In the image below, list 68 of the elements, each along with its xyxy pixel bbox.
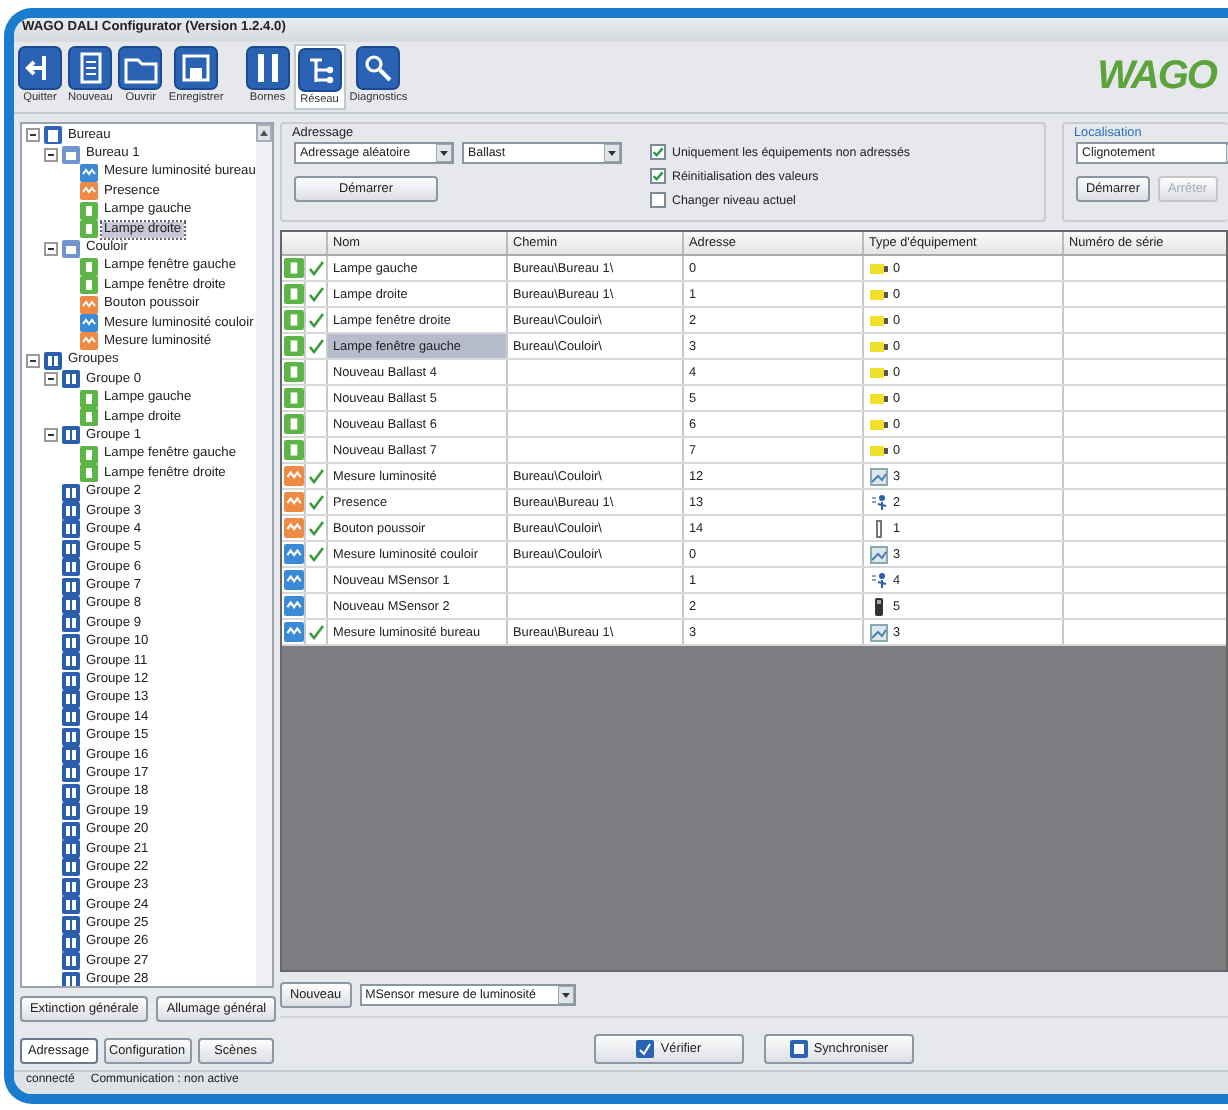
ballast-icon [869,441,887,459]
group-icon [62,652,80,671]
ballast-icon [869,259,887,277]
sensor-icon [80,163,98,182]
collapse-icon[interactable] [44,147,58,162]
dropdown-arrow-icon [557,986,574,1004]
ballast-icon [869,311,887,329]
light-sensor-icon [869,467,887,485]
group-icon [62,915,80,934]
group-icon [62,708,80,727]
document-icon [68,46,113,90]
group-icon [62,783,80,802]
group-icon [62,764,80,783]
network-icon [297,48,342,92]
group-icon [62,746,80,765]
group-icon [44,351,62,370]
terminal-blocks-icon [245,46,290,90]
group-icon [62,802,80,821]
ballast-icon [869,363,887,381]
collapse-icon[interactable] [26,353,40,368]
collapse-icon[interactable] [44,372,58,387]
group-icon [62,896,80,915]
group-icon [62,483,80,502]
group-icon [62,952,80,971]
light-sensor-icon [869,623,887,641]
checklist-icon [636,1040,655,1058]
collapse-icon[interactable] [44,428,58,443]
light-sensor-icon [869,545,887,563]
group-icon [62,840,80,859]
checkbox[interactable] [650,144,666,160]
group-icon [62,370,80,389]
folder-icon [118,46,163,90]
group-icon [62,558,80,577]
group-icon [62,539,80,558]
ballast-icon [869,285,887,303]
checkbox[interactable] [650,168,666,184]
group-icon [62,633,80,652]
dropdown-arrow-icon [436,144,452,162]
lamp-icon [284,258,302,278]
ballast-icon [869,415,887,433]
group-icon [62,727,80,746]
presence-icon [869,493,887,511]
group-icon [62,877,80,896]
collapse-icon[interactable] [44,241,58,256]
handheld-device-icon [869,597,887,615]
checkbox[interactable] [650,192,666,208]
diagnostics-icon [356,46,401,90]
dropdown-arrow-icon [604,144,620,162]
group-icon [62,671,80,690]
room-icon [62,239,80,258]
group-icon [62,426,80,445]
presence-icon [869,571,887,589]
group-icon [62,520,80,539]
ballast-icon [869,389,887,407]
logo: WAGO [1097,54,1216,100]
input-device-icon [80,295,98,314]
group-icon [62,821,80,840]
input-device-icon [80,182,98,201]
group-icon [62,502,80,520]
sensor-icon [80,314,98,333]
sync-icon [789,1040,808,1058]
group-icon [62,858,80,877]
ballast-icon [869,337,887,355]
collapse-icon[interactable] [26,128,40,143]
input-device-icon [80,332,98,351]
room-icon [62,145,80,164]
group-icon [62,577,80,596]
group-icon [62,614,80,633]
